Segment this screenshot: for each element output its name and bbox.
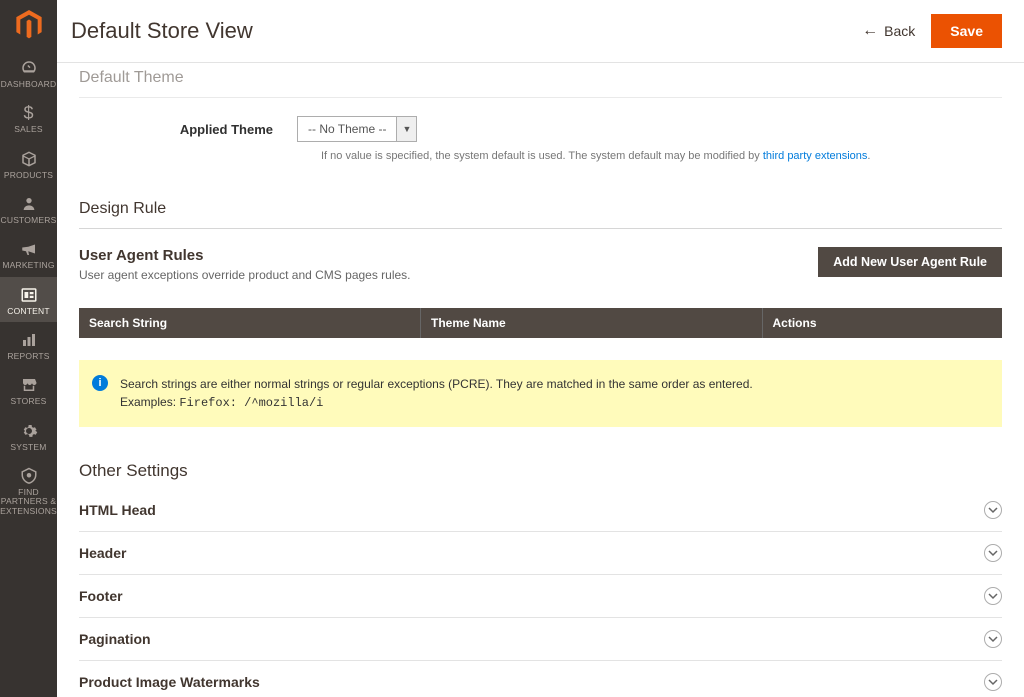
chevron-down-icon (984, 544, 1002, 562)
applied-theme-note: If no value is specified, the system def… (321, 150, 1002, 162)
accordion-pagination[interactable]: Pagination (79, 618, 1002, 661)
sidebar-item-content[interactable]: Content (0, 277, 57, 322)
sidebar-item-reports[interactable]: Reports (0, 322, 57, 367)
gear-icon (20, 421, 38, 441)
magento-logo[interactable] (0, 0, 57, 50)
chevron-down-icon (984, 630, 1002, 648)
applied-theme-label: Applied Theme (79, 122, 297, 137)
back-button[interactable]: ← Back (862, 22, 915, 40)
sidebar-item-label: Customers (1, 216, 57, 225)
accordion-label: Pagination (79, 631, 151, 647)
box-icon (20, 149, 38, 169)
sidebar-item-stores[interactable]: Stores (0, 367, 57, 412)
accordion-label: HTML Head (79, 502, 156, 518)
sidebar-item-partners[interactable]: Find Partners & Extensions (0, 458, 57, 522)
admin-sidebar: Dashboard $ Sales Products Customers Mar… (0, 0, 57, 697)
sidebar-item-label: Dashboard (1, 80, 57, 89)
sidebar-item-label: Content (7, 307, 49, 316)
dollar-icon: $ (23, 103, 33, 123)
megaphone-icon (20, 239, 38, 259)
sidebar-item-label: Marketing (2, 261, 54, 270)
sidebar-item-label: Find Partners & Extensions (0, 488, 57, 516)
sidebar-item-customers[interactable]: Customers (0, 186, 57, 231)
sidebar-item-label: Sales (14, 125, 42, 134)
info-icon: i (92, 375, 108, 391)
sidebar-item-dashboard[interactable]: Dashboard (0, 50, 57, 95)
info-text-line1: Search strings are either normal strings… (120, 375, 985, 393)
chevron-down-icon: ▼ (396, 117, 416, 141)
page-title: Default Store View (71, 18, 253, 44)
sidebar-item-label: Reports (7, 352, 49, 361)
col-actions: Actions (762, 308, 1002, 338)
sidebar-item-label: Products (4, 171, 53, 180)
sidebar-item-sales[interactable]: $ Sales (0, 95, 57, 140)
save-button[interactable]: Save (931, 14, 1002, 48)
user-agent-rules-desc: User agent exceptions override product a… (79, 268, 411, 282)
user-agent-rules-table: Search String Theme Name Actions (79, 308, 1002, 338)
header-actions: ← Back Save (862, 14, 1002, 48)
sidebar-item-products[interactable]: Products (0, 141, 57, 186)
user-agent-rules-heading: User Agent Rules (79, 247, 411, 264)
add-user-agent-rule-button[interactable]: Add New User Agent Rule (818, 247, 1002, 277)
other-settings-title: Other Settings (79, 461, 1002, 481)
section-design-rule-title: Design Rule (79, 188, 1002, 229)
sidebar-item-marketing[interactable]: Marketing (0, 231, 57, 276)
content-icon (20, 285, 38, 305)
third-party-link[interactable]: third party extensions (763, 150, 868, 162)
accordion-html-head[interactable]: HTML Head (79, 489, 1002, 532)
store-icon (20, 375, 38, 395)
dashboard-icon (20, 58, 38, 78)
chevron-down-icon (984, 501, 1002, 519)
back-label: Back (884, 23, 915, 39)
sidebar-item-label: Stores (11, 397, 47, 406)
sidebar-item-label: System (10, 443, 46, 452)
applied-theme-select[interactable]: -- No Theme -- ▼ (297, 116, 417, 142)
accordion-header[interactable]: Header (79, 532, 1002, 575)
accordion-footer[interactable]: Footer (79, 575, 1002, 618)
section-default-theme-title: Default Theme (79, 57, 1002, 98)
accordion-label: Footer (79, 588, 123, 604)
person-icon (21, 194, 37, 214)
partners-icon (20, 466, 38, 486)
applied-theme-value: -- No Theme -- (298, 117, 396, 141)
accordion-label: Product Image Watermarks (79, 674, 260, 690)
arrow-left-icon: ← (862, 22, 878, 40)
info-text-line2: Examples: Firefox: /^mozilla/i (120, 393, 985, 412)
col-search-string: Search String (79, 308, 421, 338)
accordion-watermarks[interactable]: Product Image Watermarks (79, 661, 1002, 697)
reports-icon (20, 330, 38, 350)
sidebar-item-system[interactable]: System (0, 413, 57, 458)
main-content: Default Store View ← Back Save Default T… (57, 0, 1024, 697)
chevron-down-icon (984, 587, 1002, 605)
info-message: i Search strings are either normal strin… (79, 360, 1002, 427)
chevron-down-icon (984, 673, 1002, 691)
accordion-label: Header (79, 545, 126, 561)
page-header: Default Store View ← Back Save (57, 0, 1024, 63)
col-theme-name: Theme Name (421, 308, 763, 338)
